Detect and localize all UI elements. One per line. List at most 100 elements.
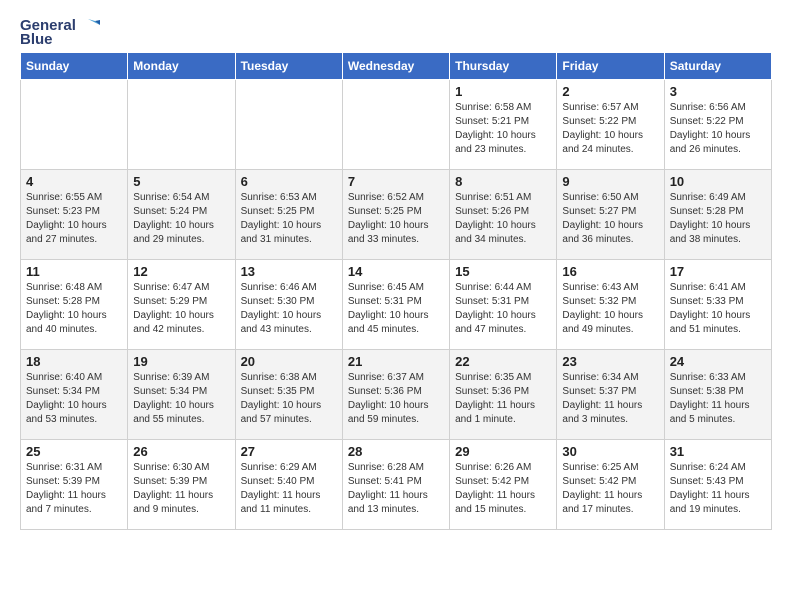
day-number: 18 xyxy=(26,354,122,369)
calendar-cell xyxy=(342,80,449,170)
calendar-cell: 19 Sunrise: 6:39 AM Sunset: 5:34 PM Dayli… xyxy=(128,350,235,440)
column-header-monday: Monday xyxy=(128,53,235,80)
day-number: 15 xyxy=(455,264,551,279)
column-header-tuesday: Tuesday xyxy=(235,53,342,80)
calendar-table: SundayMondayTuesdayWednesdayThursdayFrid… xyxy=(20,52,772,530)
day-info: Sunrise: 6:51 AM Sunset: 5:26 PM Dayligh… xyxy=(455,191,551,247)
calendar-cell: 20Sunrise: 6:38 AM Sunset: 5:35 PM Dayli… xyxy=(235,350,342,440)
calendar-cell: 18Sunrise: 6:40 AM Sunset: 5:34 PM Dayli… xyxy=(21,350,128,440)
day-info: Sunrise: 6:47 AM Sunset: 5:29 PM Dayligh… xyxy=(133,281,229,337)
day-info: Sunrise: 6:34 AM Sunset: 5:37 PM Dayligh… xyxy=(562,371,658,427)
calendar-cell: 28 Sunrise: 6:28 AM Sunset: 5:41 PM Dayli… xyxy=(342,440,449,530)
logo-bird-icon xyxy=(78,16,100,34)
day-number: 25 xyxy=(26,444,122,459)
calendar-cell: 23 Sunrise: 6:34 AM Sunset: 5:37 PM Dayli… xyxy=(557,350,664,440)
day-info: Sunrise: 6:39 AM Sunset: 5:34 PM Dayligh… xyxy=(133,371,229,427)
day-info: Sunrise: 6:25 AM Sunset: 5:42 PM Dayligh… xyxy=(562,461,658,517)
day-info: Sunrise: 6:29 AM Sunset: 5:40 PM Dayligh… xyxy=(241,461,337,517)
day-number: 31 xyxy=(670,444,766,459)
calendar-cell: 22Sunrise: 6:35 AM Sunset: 5:36 PM Dayli… xyxy=(450,350,557,440)
day-info: Sunrise: 6:57 AM Sunset: 5:22 PM Dayligh… xyxy=(562,101,658,157)
day-number: 10 xyxy=(670,174,766,189)
day-info: Sunrise: 6:48 AM Sunset: 5:28 PM Dayligh… xyxy=(26,281,122,337)
day-number: 5 xyxy=(133,174,229,189)
day-info: Sunrise: 6:49 AM Sunset: 5:28 PM Dayligh… xyxy=(670,191,766,247)
day-number: 11 xyxy=(26,264,122,279)
day-number: 7 xyxy=(348,174,444,189)
day-info: Sunrise: 6:46 AM Sunset: 5:30 PM Dayligh… xyxy=(241,281,337,337)
calendar-cell: 26 Sunrise: 6:30 AM Sunset: 5:39 PM Dayli… xyxy=(128,440,235,530)
header-row: SundayMondayTuesdayWednesdayThursdayFrid… xyxy=(21,53,772,80)
day-number: 6 xyxy=(241,174,337,189)
day-info: Sunrise: 6:55 AM Sunset: 5:23 PM Dayligh… xyxy=(26,191,122,247)
calendar-cell: 14 Sunrise: 6:45 AM Sunset: 5:31 PM Dayli… xyxy=(342,260,449,350)
logo: General Blue xyxy=(20,16,100,48)
day-number: 9 xyxy=(562,174,658,189)
day-number: 27 xyxy=(241,444,337,459)
day-info: Sunrise: 6:26 AM Sunset: 5:42 PM Dayligh… xyxy=(455,461,551,517)
calendar-cell: 16Sunrise: 6:43 AM Sunset: 5:32 PM Dayli… xyxy=(557,260,664,350)
day-info: Sunrise: 6:24 AM Sunset: 5:43 PM Dayligh… xyxy=(670,461,766,517)
calendar-cell: 31 Sunrise: 6:24 AM Sunset: 5:43 PM Dayli… xyxy=(664,440,771,530)
day-info: Sunrise: 6:58 AM Sunset: 5:21 PM Dayligh… xyxy=(455,101,551,157)
week-row-3: 11 Sunrise: 6:48 AM Sunset: 5:28 PM Dayli… xyxy=(21,260,772,350)
column-header-friday: Friday xyxy=(557,53,664,80)
day-number: 24 xyxy=(670,354,766,369)
day-number: 30 xyxy=(562,444,658,459)
day-info: Sunrise: 6:44 AM Sunset: 5:31 PM Dayligh… xyxy=(455,281,551,337)
day-number: 3 xyxy=(670,84,766,99)
logo-blue: Blue xyxy=(20,31,53,48)
day-number: 1 xyxy=(455,84,551,99)
calendar-cell: 30 Sunrise: 6:25 AM Sunset: 5:42 PM Dayli… xyxy=(557,440,664,530)
calendar-cell: 8 Sunrise: 6:51 AM Sunset: 5:26 PM Daylig… xyxy=(450,170,557,260)
calendar-cell: 12 Sunrise: 6:47 AM Sunset: 5:29 PM Dayli… xyxy=(128,260,235,350)
calendar-cell: 5 Sunrise: 6:54 AM Sunset: 5:24 PM Daylig… xyxy=(128,170,235,260)
day-info: Sunrise: 6:33 AM Sunset: 5:38 PM Dayligh… xyxy=(670,371,766,427)
calendar-cell: 15 Sunrise: 6:44 AM Sunset: 5:31 PM Dayli… xyxy=(450,260,557,350)
calendar-cell: 29 Sunrise: 6:26 AM Sunset: 5:42 PM Dayli… xyxy=(450,440,557,530)
day-number: 23 xyxy=(562,354,658,369)
day-number: 21 xyxy=(348,354,444,369)
calendar-cell: 27 Sunrise: 6:29 AM Sunset: 5:40 PM Dayli… xyxy=(235,440,342,530)
day-number: 28 xyxy=(348,444,444,459)
day-info: Sunrise: 6:41 AM Sunset: 5:33 PM Dayligh… xyxy=(670,281,766,337)
day-number: 19 xyxy=(133,354,229,369)
day-info: Sunrise: 6:53 AM Sunset: 5:25 PM Dayligh… xyxy=(241,191,337,247)
calendar-cell: 2Sunrise: 6:57 AM Sunset: 5:22 PM Daylig… xyxy=(557,80,664,170)
day-info: Sunrise: 6:30 AM Sunset: 5:39 PM Dayligh… xyxy=(133,461,229,517)
day-info: Sunrise: 6:54 AM Sunset: 5:24 PM Dayligh… xyxy=(133,191,229,247)
calendar-cell xyxy=(235,80,342,170)
day-number: 29 xyxy=(455,444,551,459)
day-info: Sunrise: 6:45 AM Sunset: 5:31 PM Dayligh… xyxy=(348,281,444,337)
day-number: 16 xyxy=(562,264,658,279)
page-header: General Blue xyxy=(20,16,772,48)
day-info: Sunrise: 6:28 AM Sunset: 5:41 PM Dayligh… xyxy=(348,461,444,517)
day-number: 13 xyxy=(241,264,337,279)
day-info: Sunrise: 6:50 AM Sunset: 5:27 PM Dayligh… xyxy=(562,191,658,247)
calendar-cell: 3 Sunrise: 6:56 AM Sunset: 5:22 PM Daylig… xyxy=(664,80,771,170)
day-number: 26 xyxy=(133,444,229,459)
calendar-cell: 17 Sunrise: 6:41 AM Sunset: 5:33 PM Dayli… xyxy=(664,260,771,350)
week-row-1: 1 Sunrise: 6:58 AM Sunset: 5:21 PM Daylig… xyxy=(21,80,772,170)
column-header-thursday: Thursday xyxy=(450,53,557,80)
day-info: Sunrise: 6:37 AM Sunset: 5:36 PM Dayligh… xyxy=(348,371,444,427)
calendar-cell: 4 Sunrise: 6:55 AM Sunset: 5:23 PM Daylig… xyxy=(21,170,128,260)
column-header-wednesday: Wednesday xyxy=(342,53,449,80)
calendar-cell: 25Sunrise: 6:31 AM Sunset: 5:39 PM Dayli… xyxy=(21,440,128,530)
calendar-cell: 1 Sunrise: 6:58 AM Sunset: 5:21 PM Daylig… xyxy=(450,80,557,170)
day-number: 14 xyxy=(348,264,444,279)
calendar-cell: 21 Sunrise: 6:37 AM Sunset: 5:36 PM Dayli… xyxy=(342,350,449,440)
day-number: 12 xyxy=(133,264,229,279)
calendar-cell: 10 Sunrise: 6:49 AM Sunset: 5:28 PM Dayli… xyxy=(664,170,771,260)
day-number: 20 xyxy=(241,354,337,369)
week-row-5: 25Sunrise: 6:31 AM Sunset: 5:39 PM Dayli… xyxy=(21,440,772,530)
week-row-2: 4 Sunrise: 6:55 AM Sunset: 5:23 PM Daylig… xyxy=(21,170,772,260)
calendar-cell: 7 Sunrise: 6:52 AM Sunset: 5:25 PM Daylig… xyxy=(342,170,449,260)
day-number: 4 xyxy=(26,174,122,189)
column-header-saturday: Saturday xyxy=(664,53,771,80)
day-number: 22 xyxy=(455,354,551,369)
day-info: Sunrise: 6:56 AM Sunset: 5:22 PM Dayligh… xyxy=(670,101,766,157)
day-number: 17 xyxy=(670,264,766,279)
day-number: 8 xyxy=(455,174,551,189)
day-info: Sunrise: 6:52 AM Sunset: 5:25 PM Dayligh… xyxy=(348,191,444,247)
